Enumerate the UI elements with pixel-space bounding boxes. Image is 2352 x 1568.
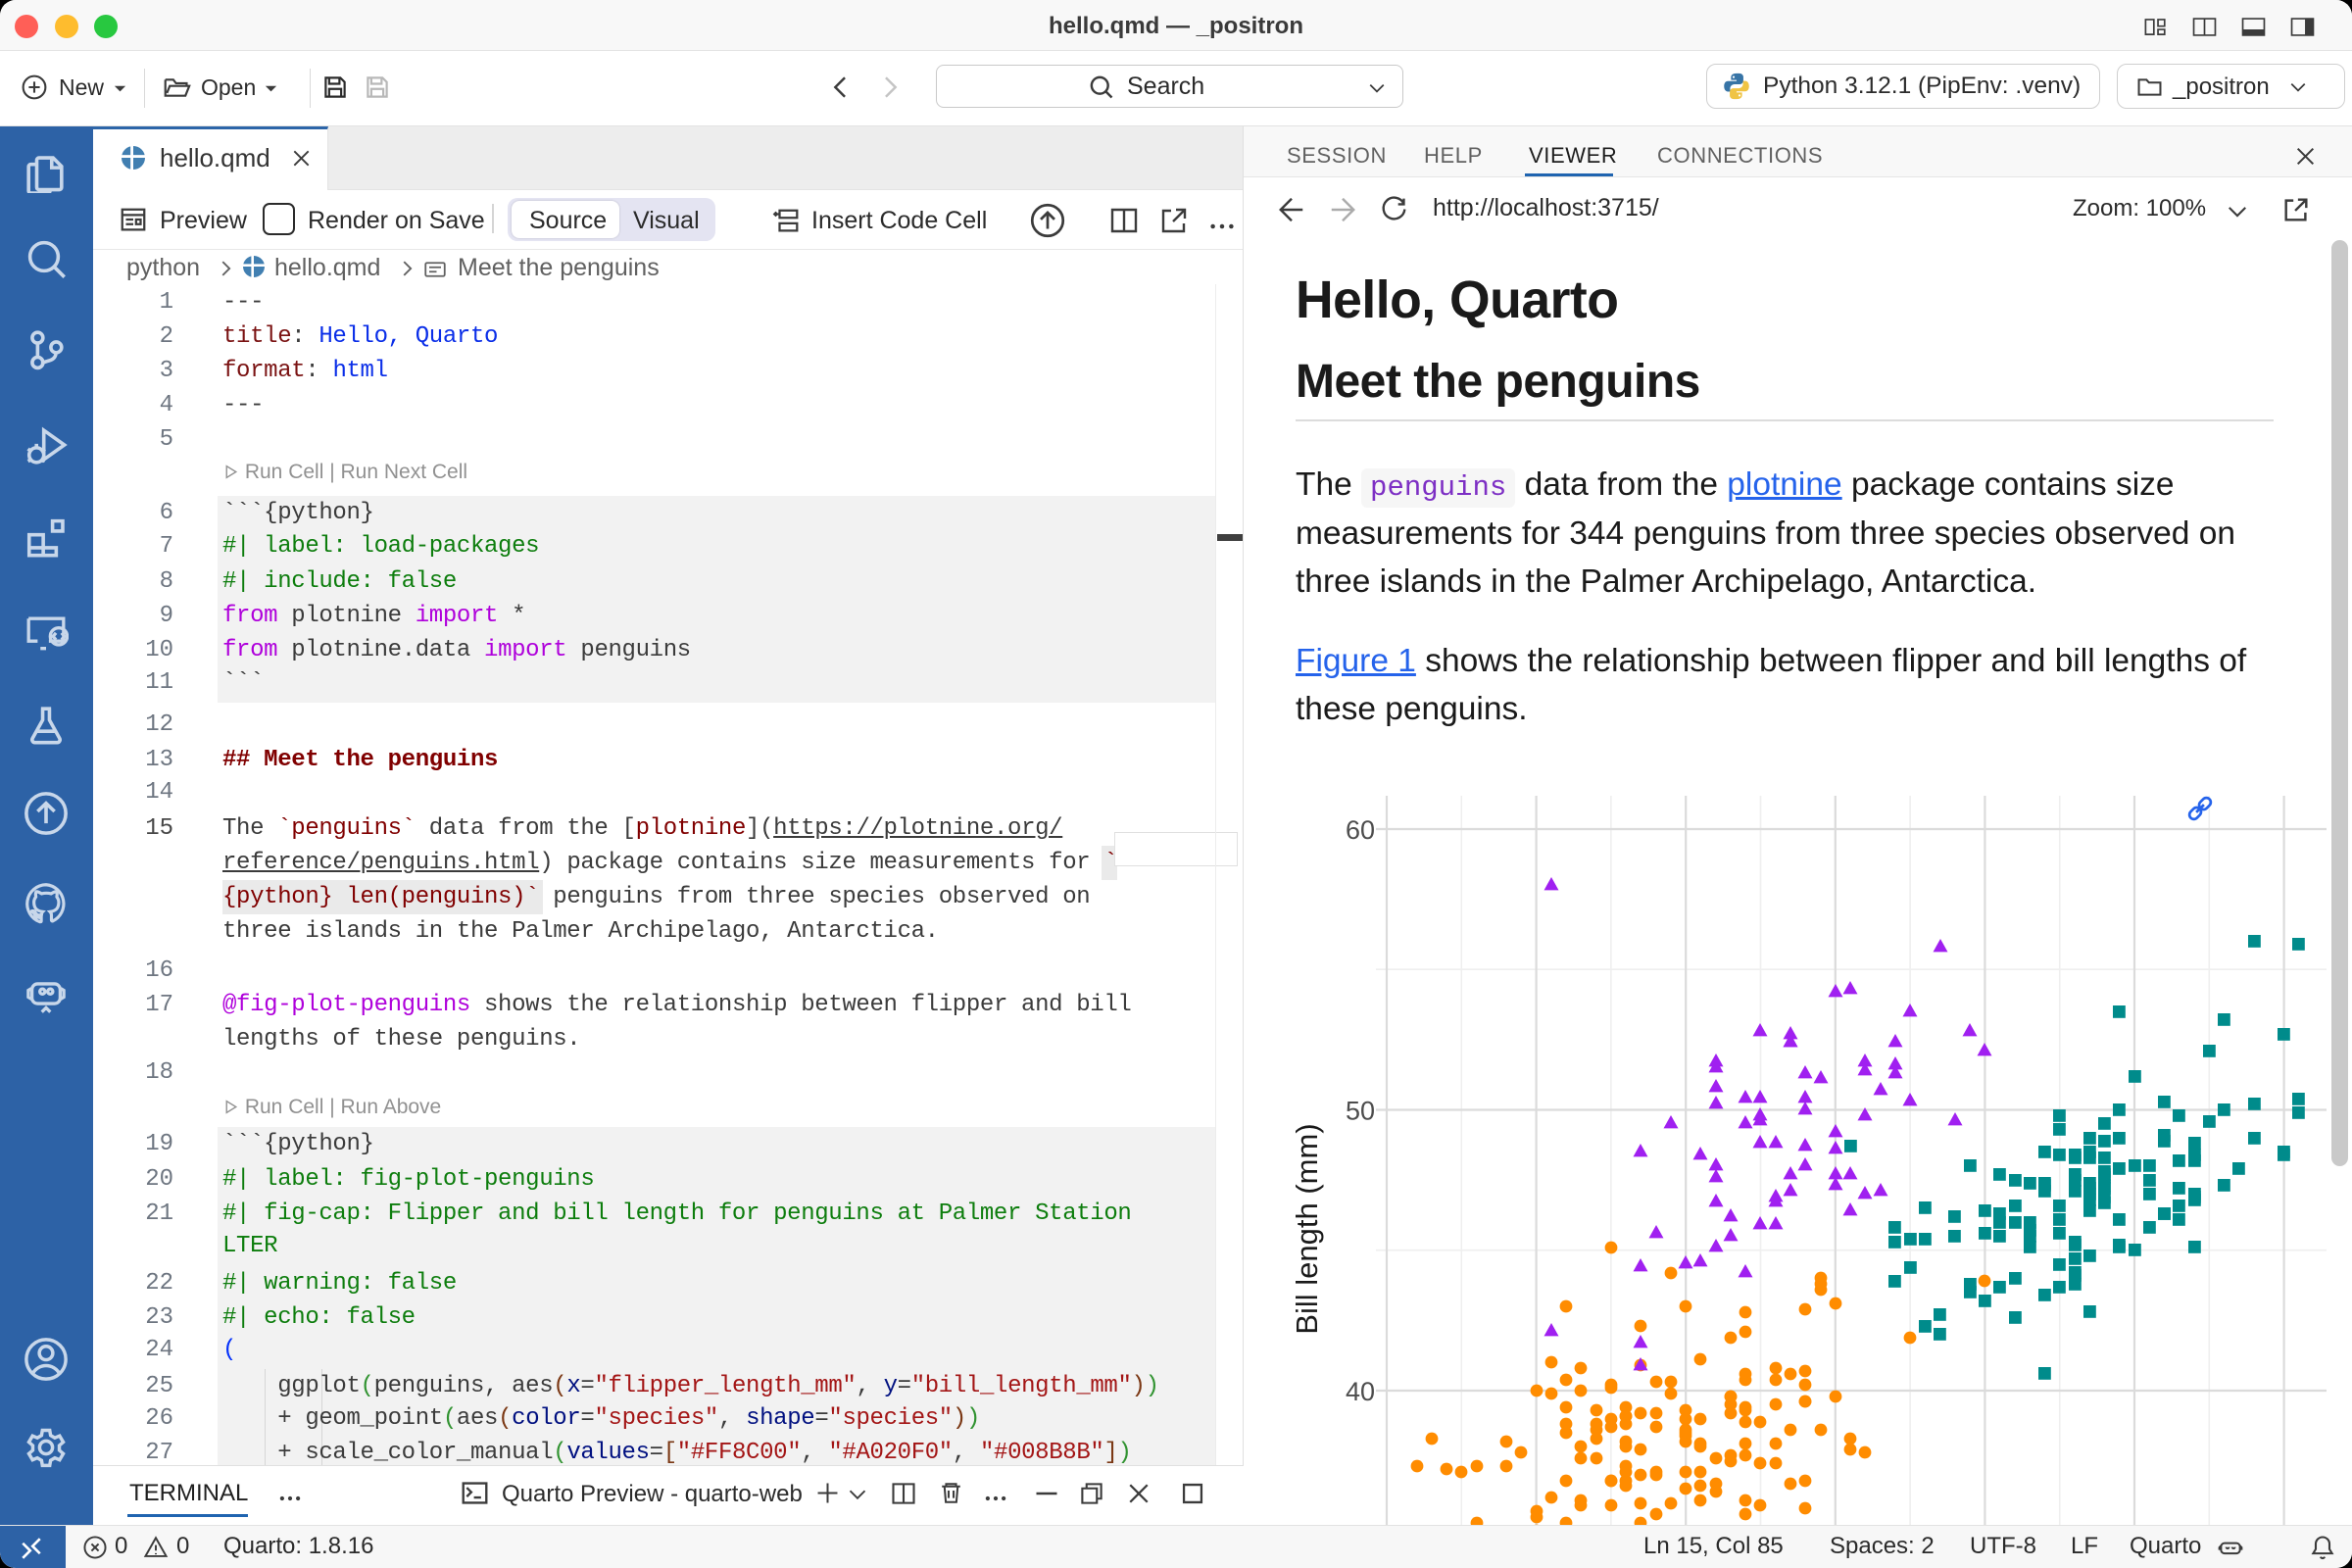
svg-text:50: 50 bbox=[1346, 1097, 1375, 1126]
svg-text:60: 60 bbox=[1346, 815, 1375, 845]
svg-text:40: 40 bbox=[1346, 1377, 1375, 1406]
svg-text:Bill length (mm): Bill length (mm) bbox=[1290, 1123, 1324, 1334]
